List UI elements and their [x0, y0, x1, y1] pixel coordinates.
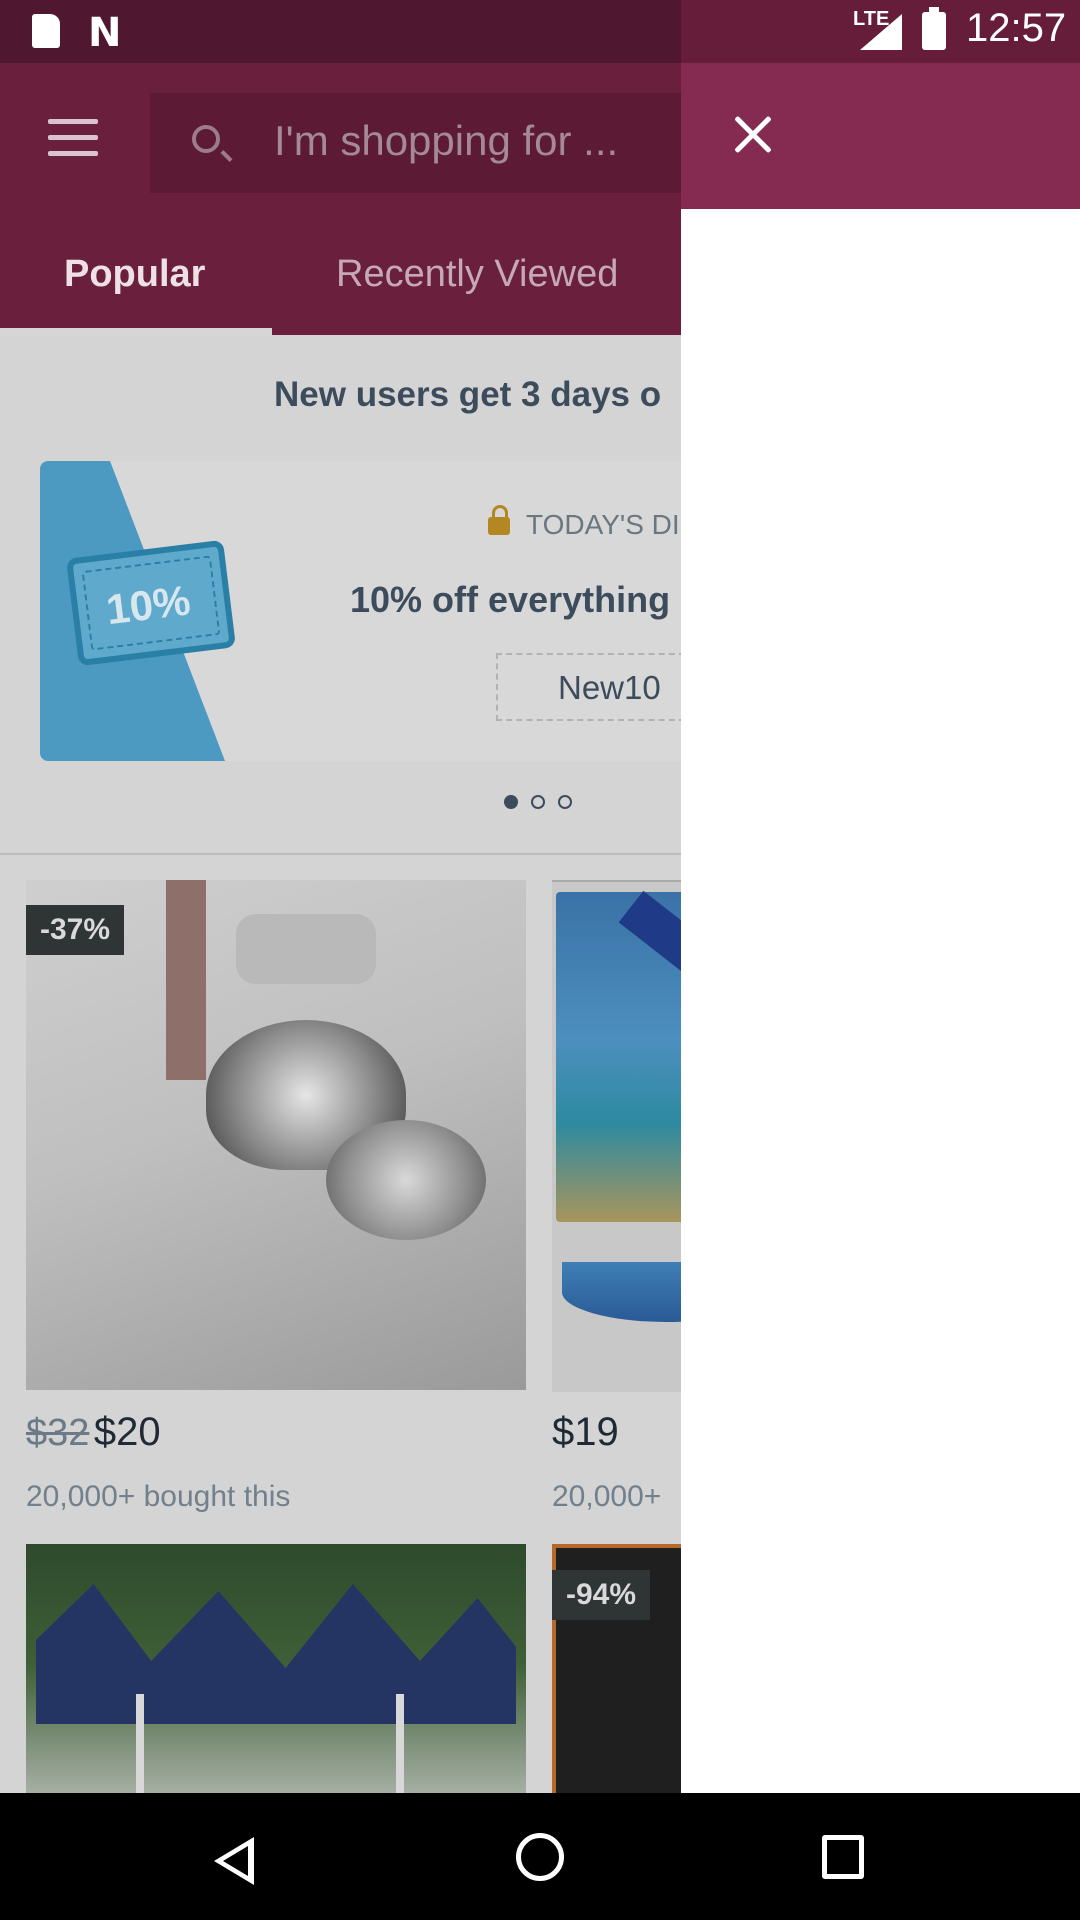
main-app: I'm shopping for ... Popular Recently Vi… [0, 63, 681, 1793]
carousel-dot[interactable] [531, 795, 545, 809]
deal-label: TODAY'S DI [526, 509, 680, 540]
tab-popular[interactable]: Popular [64, 253, 205, 296]
original-price: $32 [26, 1412, 90, 1454]
home-icon[interactable] [516, 1833, 564, 1881]
promo-card[interactable]: 10% TODAY'S DI 10% off everything New10 [40, 461, 681, 761]
lock-icon [488, 505, 510, 535]
signal-icon [860, 14, 902, 50]
price: $20 [93, 1410, 161, 1454]
status-bar: N LTE 12:57 [0, 0, 1080, 63]
discount-badge: -37% [26, 905, 125, 955]
side-drawer [681, 63, 1080, 1793]
app-bar: I'm shopping for ... Popular Recently Vi… [0, 63, 681, 335]
recents-icon[interactable] [822, 1835, 864, 1879]
price: $19 [552, 1410, 619, 1454]
drawer-header [681, 63, 1080, 209]
price-line: $19 [552, 1410, 619, 1455]
product-image[interactable] [26, 1544, 526, 1793]
product-card[interactable]: -37% $32 $20 20,000+ bought this [26, 880, 526, 1530]
tab-selected-indicator [0, 328, 272, 335]
search-input[interactable]: I'm shopping for ... [150, 93, 681, 193]
discount-badge: -94% [552, 1570, 651, 1620]
carousel-dot-active[interactable] [504, 795, 518, 809]
price-line: $32 $20 [26, 1410, 161, 1455]
promo-code[interactable]: New10 [496, 653, 681, 721]
product-card[interactable] [26, 1544, 526, 1793]
deal-title: 10% off everything [350, 579, 671, 620]
back-icon[interactable] [214, 1837, 254, 1885]
product-card[interactable]: -94% [552, 1544, 681, 1793]
feed: New users get 3 days o 10% TODAY'S DI 10… [0, 335, 681, 1793]
bought-count: 20,000+ bought this [26, 1480, 291, 1513]
search-placeholder: I'm shopping for ... [274, 117, 619, 164]
system-nav-bar [0, 1793, 1080, 1920]
product-image[interactable] [26, 880, 526, 1390]
n-app-icon: N [88, 10, 122, 56]
battery-charging-icon [922, 7, 946, 50]
menu-icon[interactable] [48, 119, 98, 156]
clock: 12:57 [966, 6, 1067, 50]
divider [0, 853, 681, 855]
bought-count: 20,000+ [552, 1480, 662, 1513]
tab-recently-viewed[interactable]: Recently Viewed [336, 253, 618, 296]
carousel-dot[interactable] [558, 795, 572, 809]
close-icon[interactable] [733, 115, 773, 155]
coupon-icon: 10% [66, 539, 236, 667]
search-icon [192, 125, 220, 153]
sd-card-icon [32, 14, 60, 48]
product-image[interactable] [552, 880, 681, 1392]
product-card[interactable]: $19 20,000+ [552, 880, 681, 1530]
coupon-text: 10% [103, 576, 193, 634]
new-user-banner[interactable]: New users get 3 days o [274, 375, 661, 415]
